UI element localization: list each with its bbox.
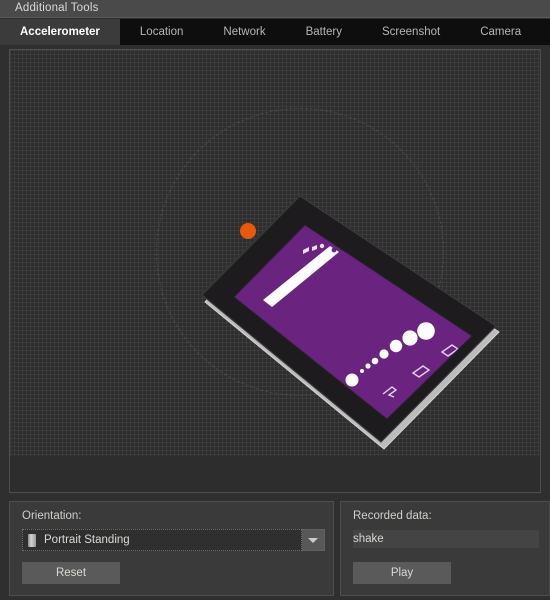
- orientation-select-field[interactable]: Portrait Standing: [22, 529, 302, 551]
- tab-accelerometer[interactable]: Accelerometer: [0, 19, 120, 45]
- recorded-data-value[interactable]: shake: [353, 530, 539, 548]
- tab-battery[interactable]: Battery: [286, 19, 362, 45]
- recorded-data-panel: Recorded data: shake Play: [340, 501, 550, 596]
- recorded-data-label: Recorded data:: [353, 510, 432, 522]
- chevron-down-icon: [308, 537, 318, 543]
- tab-label: Accelerometer: [20, 26, 100, 38]
- play-button-label: Play: [390, 567, 414, 579]
- orientation-label: Orientation:: [22, 510, 82, 522]
- additional-tools-window: Additional Tools Accelerometer Location …: [0, 0, 550, 600]
- orientation-panel: Orientation: Portrait Standing Reset: [9, 501, 334, 596]
- tab-network[interactable]: Network: [203, 19, 285, 45]
- tool-tabbar: Accelerometer Location Network Battery S…: [0, 19, 550, 45]
- accelerometer-viewport[interactable]: X : 6.366477 Y : 4.756225 Z : 5.745716: [9, 49, 541, 493]
- reset-button-label: Reset: [55, 567, 87, 579]
- play-button[interactable]: Play: [353, 562, 451, 584]
- tab-screenshot[interactable]: Screenshot: [362, 19, 460, 45]
- device-3d-stage[interactable]: [10, 50, 540, 456]
- tab-label: Battery: [305, 26, 343, 38]
- tab-label: Network: [223, 26, 266, 38]
- phone-icon: [28, 533, 36, 547]
- tab-location[interactable]: Location: [120, 19, 203, 45]
- tab-camera[interactable]: Camera: [460, 19, 541, 45]
- window-title: Additional Tools: [15, 2, 99, 14]
- orientation-select-toggle[interactable]: [302, 529, 325, 551]
- tab-label: Location: [139, 26, 184, 38]
- orientation-select[interactable]: Portrait Standing: [22, 529, 325, 551]
- orientation-selected-value: Portrait Standing: [44, 534, 130, 546]
- tab-label: Screenshot: [382, 26, 441, 38]
- drag-handle-dot: [240, 223, 256, 239]
- reset-button[interactable]: Reset: [22, 562, 120, 584]
- tab-label: Camera: [480, 26, 522, 38]
- tab-sensors[interactable]: S: [541, 19, 550, 45]
- window-titlebar: Additional Tools: [0, 0, 550, 18]
